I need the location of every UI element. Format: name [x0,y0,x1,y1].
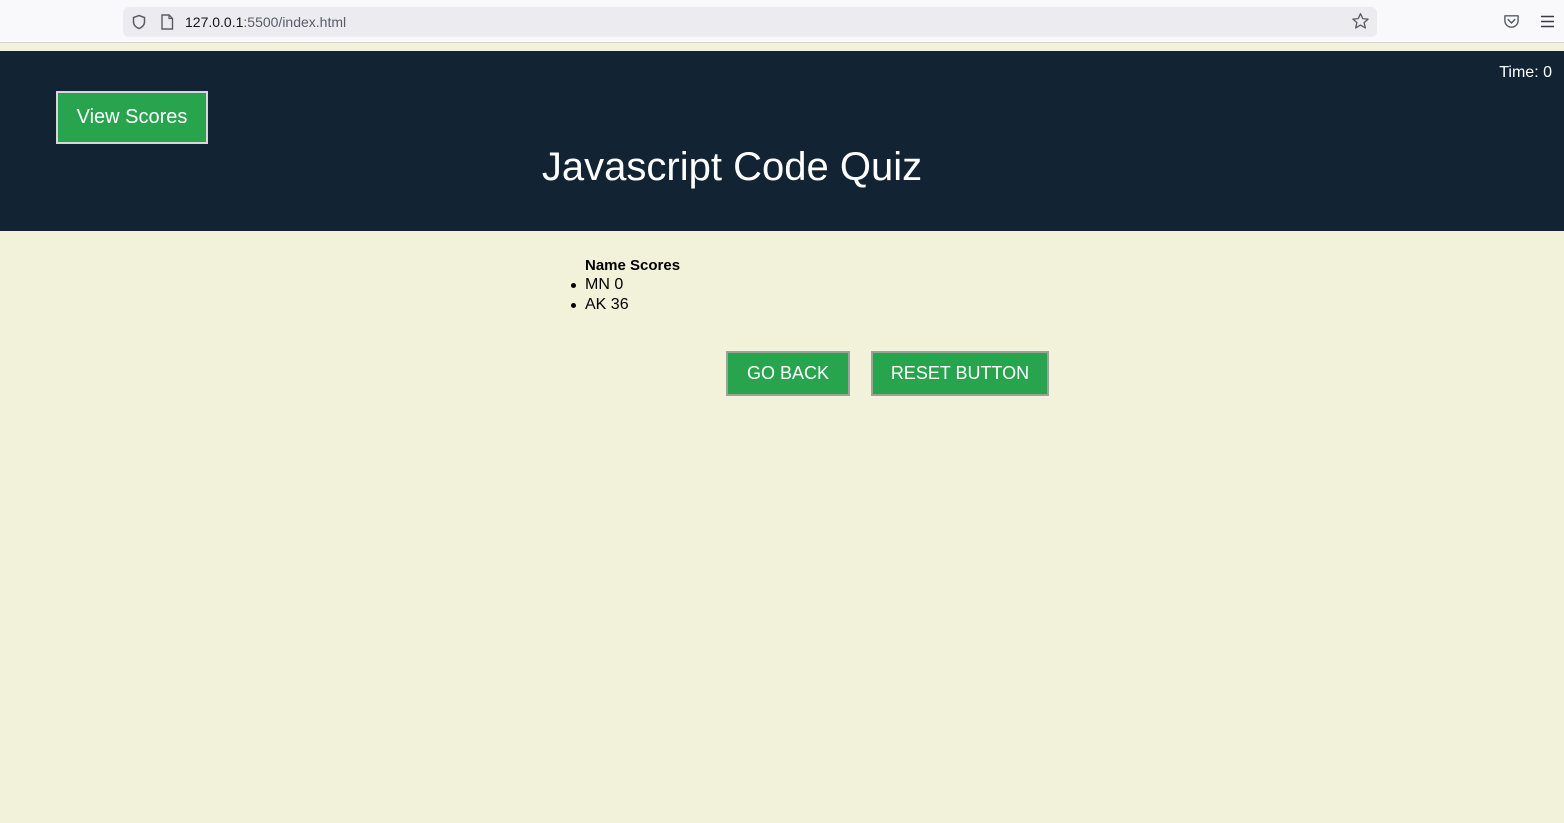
shield-icon[interactable] [131,14,147,30]
scores-list: MN 0 AK 36 [570,275,680,315]
timer-label: Time: [1499,64,1544,81]
score-entry: MN 0 [570,275,680,295]
menu-icon[interactable] [1540,14,1555,29]
pocket-icon[interactable] [1503,13,1520,30]
page-icon [161,14,174,30]
star-icon[interactable] [1351,12,1370,31]
scores-section: Name Scores MN 0 AK 36 [570,257,681,315]
scores-heading: Name Scores [585,257,681,274]
url-path: :5500/index.html [243,14,347,30]
view-scores-button[interactable]: View Scores [56,91,208,144]
page-header: View Scores Time: 0 Javascript Code Quiz [0,51,1564,231]
timer-value: 0 [1543,64,1552,81]
reset-button[interactable]: RESET BUTTON [871,351,1049,396]
score-entry: AK 36 [570,295,680,315]
go-back-button[interactable]: GO BACK [726,351,850,396]
url-host: 127.0.0.1 [185,14,244,30]
timer: Time: 0 [1499,64,1552,82]
page-title: Javascript Code Quiz [541,145,923,189]
url-text[interactable]: 127.0.0.1:5500/index.html [185,14,346,31]
browser-toolbar: 127.0.0.1:5500/index.html [0,0,1564,43]
